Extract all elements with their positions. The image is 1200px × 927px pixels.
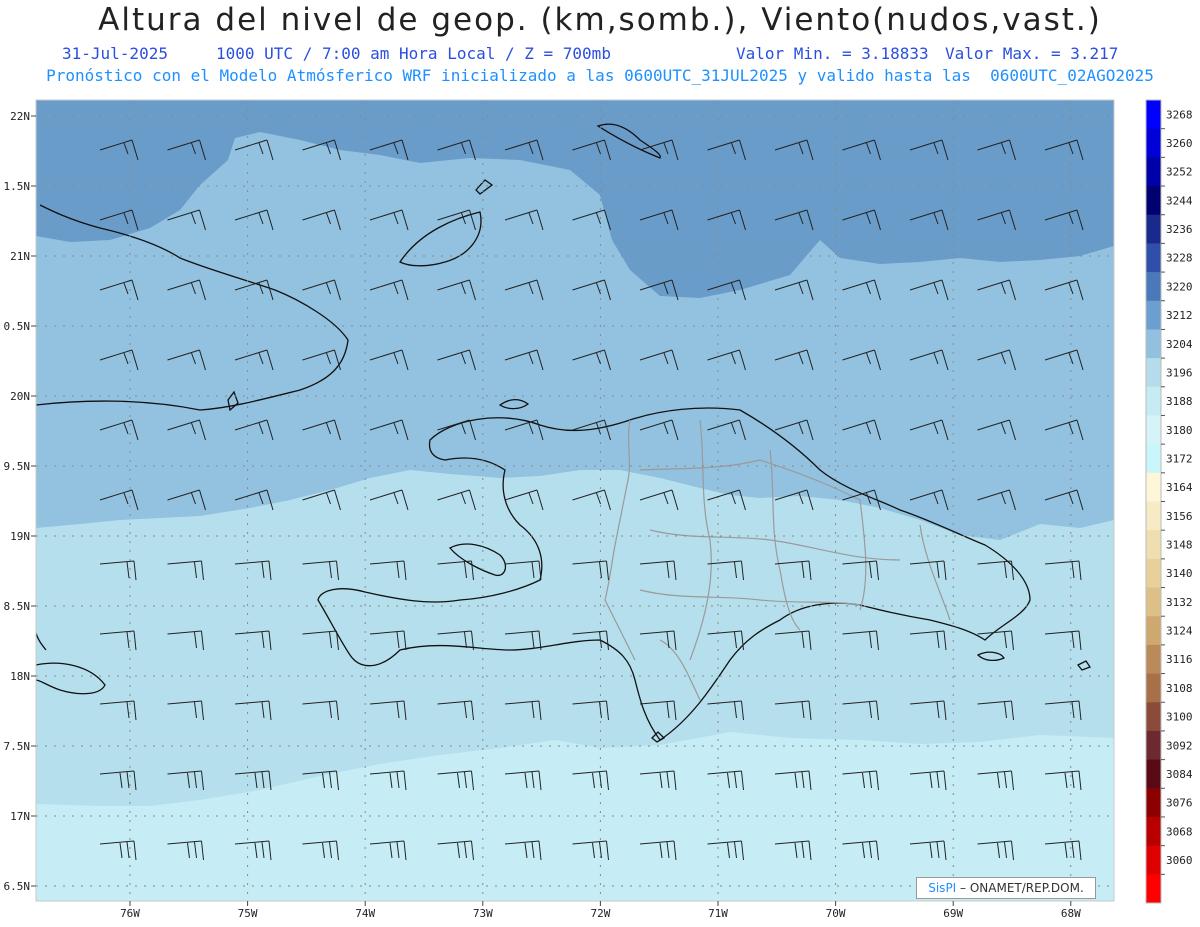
colorbar-label: 3180 <box>1166 424 1193 437</box>
sispi-logo-text: SisPI <box>928 881 957 895</box>
colorbar-label: 3124 <box>1166 625 1193 638</box>
colorbar-swatch <box>1146 444 1161 474</box>
colorbar-label: 3260 <box>1166 137 1193 150</box>
lat-tick-label: 22N <box>10 110 30 123</box>
lat-tick-label: 18N <box>10 670 30 683</box>
colorbar-label: 3268 <box>1166 108 1193 121</box>
colorbar-swatch <box>1146 100 1161 130</box>
lat-tick-label: 20N <box>10 390 30 403</box>
colorbar-swatch <box>1146 644 1161 675</box>
colorbar-swatch <box>1146 616 1161 646</box>
lon-tick-label: 73W <box>473 907 493 920</box>
colorbar-swatch <box>1146 472 1161 502</box>
lon-tick-label: 69W <box>943 907 963 920</box>
lat-tick-label: 9.5N <box>4 460 31 473</box>
colorbar-swatch <box>1146 157 1161 187</box>
colorbar-label: 3116 <box>1166 653 1193 666</box>
colorbar-label: 3204 <box>1166 338 1193 351</box>
colorbar-label: 3108 <box>1166 682 1193 695</box>
credit-org: – ONAMET/REP.DOM. <box>960 881 1084 895</box>
colorbar-label: 3076 <box>1166 797 1193 810</box>
lat-tick-label: 8.5N <box>4 600 31 613</box>
colorbar-swatch <box>1146 272 1161 302</box>
credit-box: SisPI – ONAMET/REP.DOM. <box>916 877 1096 899</box>
colorbar-swatch <box>1146 673 1161 703</box>
lat-tick-label: 17N <box>10 810 30 823</box>
colorbar: 3268 3260 3252 3244 3236 3228 3220 3212 3204 3196… <box>1145 99 1193 904</box>
colorbar-label: 3148 <box>1166 539 1193 552</box>
colorbar-label: 3132 <box>1166 596 1193 609</box>
geopotential-field <box>36 100 1114 901</box>
colorbar-label: 3236 <box>1166 223 1193 236</box>
colorbar-swatch <box>1146 128 1161 158</box>
lon-tick-label: 76W <box>120 907 140 920</box>
colorbar-swatch <box>1146 816 1161 847</box>
colorbar-swatch <box>1146 558 1161 589</box>
lon-tick-label: 68W <box>1061 907 1081 920</box>
colorbar-swatch <box>1146 530 1161 560</box>
colorbar-label: 3220 <box>1166 280 1193 293</box>
latitude-axis: 22N 1.5N 21N 0.5N 20N 9.5N 19N 8.5N 18N 7.5N 17N 6.… <box>4 110 36 893</box>
colorbar-swatch <box>1146 300 1161 330</box>
colorbar-label: 3068 <box>1166 825 1193 838</box>
colorbar-label: 3156 <box>1166 510 1193 523</box>
lat-tick-label: 19N <box>10 530 30 543</box>
colorbar-swatch <box>1146 214 1161 244</box>
lon-tick-label: 72W <box>590 907 610 920</box>
lat-tick-label: 21N <box>10 250 30 263</box>
colorbar-swatch <box>1146 186 1161 216</box>
colorbar-label: 3212 <box>1166 309 1193 322</box>
colorbar-label: 3140 <box>1166 567 1193 580</box>
colorbar-label: 3252 <box>1166 166 1193 179</box>
colorbar-swatch <box>1146 874 1161 904</box>
colorbar-swatch <box>1146 386 1161 416</box>
colorbar-swatch <box>1146 415 1161 445</box>
lat-tick-label: 6.5N <box>4 880 31 893</box>
lat-tick-label: 7.5N <box>4 740 31 753</box>
colorbar-label: 3172 <box>1166 452 1193 465</box>
colorbar-label: 3188 <box>1166 395 1193 408</box>
longitude-axis: 76W 75W 74W 73W 72W 71W 70W 69W 68W <box>120 901 1081 920</box>
map-canvas: 22N 1.5N 21N 0.5N 20N 9.5N 19N 8.5N 18N 7.5N 17N 6.… <box>4 99 1193 920</box>
lat-tick-label: 0.5N <box>4 320 31 333</box>
colorbar-label: 3100 <box>1166 711 1193 724</box>
colorbar-label: 3092 <box>1166 739 1193 752</box>
colorbar-swatch <box>1146 587 1161 617</box>
colorbar-swatch <box>1146 730 1161 761</box>
colorbar-swatch <box>1146 702 1161 732</box>
lon-tick-label: 71W <box>708 907 728 920</box>
colorbar-label: 3244 <box>1166 194 1193 207</box>
lon-tick-label: 75W <box>238 907 258 920</box>
colorbar-label: 3060 <box>1166 854 1193 867</box>
colorbar-swatch <box>1146 329 1161 359</box>
colorbar-swatch <box>1146 759 1161 789</box>
lat-tick-label: 1.5N <box>4 180 31 193</box>
colorbar-label: 3084 <box>1166 768 1193 781</box>
colorbar-swatch <box>1146 358 1161 388</box>
lon-tick-label: 70W <box>826 907 846 920</box>
colorbar-label: 3196 <box>1166 366 1193 379</box>
colorbar-label: 3164 <box>1166 481 1193 494</box>
lon-tick-label: 74W <box>355 907 375 920</box>
colorbar-label: 3228 <box>1166 252 1193 265</box>
colorbar-swatch <box>1146 845 1161 875</box>
colorbar-swatch <box>1146 501 1161 531</box>
colorbar-swatch <box>1146 243 1161 273</box>
colorbar-swatch <box>1146 788 1161 818</box>
